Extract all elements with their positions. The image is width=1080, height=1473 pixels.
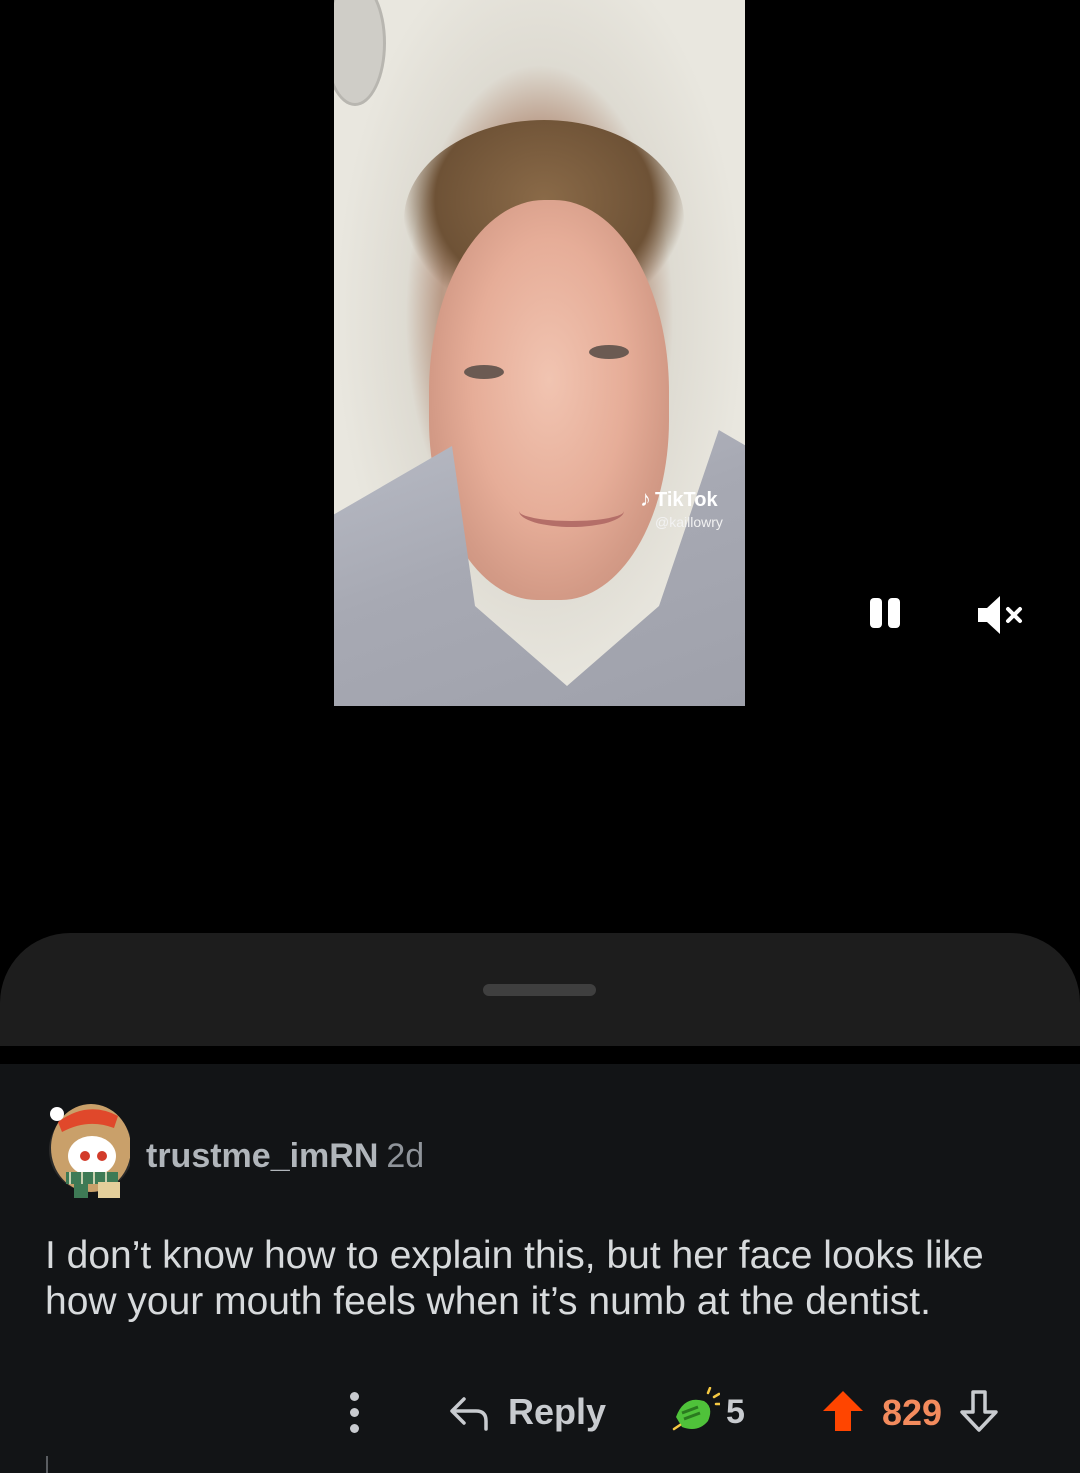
comment-age: 2d: [386, 1137, 425, 1175]
award-icon: [672, 1387, 720, 1431]
pause-icon: [870, 598, 882, 628]
more-vertical-icon: [350, 1392, 359, 1401]
wall-decoration: [334, 0, 386, 106]
reply-arrow-icon: [450, 1397, 488, 1431]
more-options-button[interactable]: [340, 1388, 370, 1438]
sheet-drag-handle[interactable]: [483, 984, 596, 996]
more-vertical-icon: [350, 1408, 359, 1417]
tiktok-brand: TikTok: [655, 489, 718, 511]
award-badge[interactable]: 5: [670, 1384, 745, 1440]
more-vertical-icon: [350, 1424, 359, 1433]
thread-line: [46, 1456, 48, 1473]
video-eye-left: [464, 365, 504, 379]
video-frame[interactable]: [334, 0, 745, 706]
reply-label: Reply: [508, 1391, 607, 1432]
comment-author[interactable]: trustme_imRN: [146, 1137, 378, 1175]
award-count: 5: [726, 1392, 745, 1431]
comment-meta: trustme_imRN 2d: [146, 1137, 424, 1176]
pause-button[interactable]: [866, 590, 908, 634]
snoo-avatar-icon: [49, 1104, 133, 1198]
comment-actions: Reply 5 829: [0, 1384, 1080, 1444]
tiktok-watermark: ♪ TikTok @kaillowry: [640, 486, 723, 530]
reply-button[interactable]: Reply: [446, 1384, 606, 1440]
downvote-button[interactable]: [956, 1388, 1002, 1434]
pause-icon: [888, 598, 900, 628]
comment: trustme_imRN 2d I don’t know how to expla…: [0, 1064, 1080, 1473]
comment-body: I don’t know how to explain this, but he…: [45, 1234, 984, 1323]
vote-score: 829: [882, 1392, 943, 1433]
avatar[interactable]: [44, 1086, 133, 1198]
sheet-divider: [0, 1046, 1080, 1064]
downvote-arrow-icon: [960, 1390, 998, 1432]
upvote-button[interactable]: [820, 1388, 866, 1434]
video-mouth: [519, 495, 624, 527]
bottom-sheet[interactable]: [0, 933, 1080, 1046]
upvote-arrow-icon: [823, 1391, 863, 1431]
tiktok-handle: @kaillowry: [655, 514, 723, 530]
video-eye-right: [589, 345, 629, 359]
video-player[interactable]: ♪ TikTok @kaillowry: [0, 0, 1080, 935]
mute-button[interactable]: [975, 590, 1027, 640]
volume-muted-icon: [978, 596, 1022, 634]
tiktok-logo-icon: ♪: [640, 486, 651, 511]
